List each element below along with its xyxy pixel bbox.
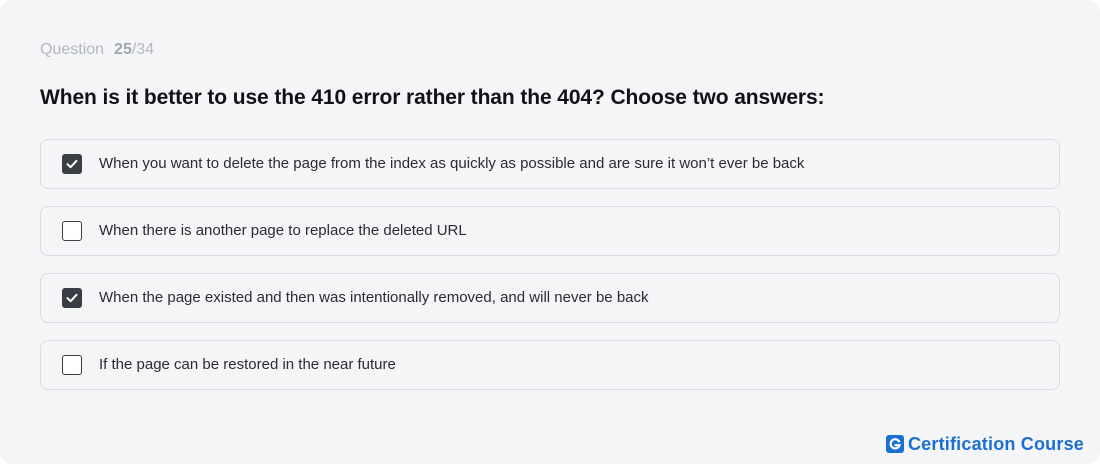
checkbox-checked-icon[interactable]	[62, 288, 82, 308]
question-current-number: 25	[114, 41, 132, 58]
answer-option-4[interactable]: If the page can be restored in the near …	[40, 340, 1060, 390]
checkbox-checked-icon[interactable]	[62, 154, 82, 174]
question-total-number: 34	[136, 41, 155, 58]
checkbox-unchecked-icon[interactable]	[62, 221, 82, 241]
brand-logo: Certification Course	[885, 433, 1084, 455]
brand-name: Certification Course	[907, 434, 1084, 454]
checkbox-unchecked-icon[interactable]	[62, 355, 82, 375]
answer-option-1[interactable]: When you want to delete the page from th…	[40, 139, 1060, 189]
question-title: When is it better to use the 410 error r…	[40, 86, 825, 109]
question-counter: Question 25/34	[40, 40, 154, 60]
answer-options: When you want to delete the page from th…	[40, 139, 1060, 407]
answer-option-2[interactable]: When there is another page to replace th…	[40, 206, 1060, 256]
answer-option-3[interactable]: When the page existed and then was inten…	[40, 273, 1060, 323]
quiz-card: Question 25/34 When is it better to use t…	[0, 0, 1100, 464]
answer-option-label: If the page can be restored in the near …	[99, 356, 396, 373]
answer-option-label: When you want to delete the page from th…	[99, 155, 805, 172]
brand-g-icon	[885, 435, 904, 453]
g-logo-icon	[889, 438, 902, 450]
answer-option-label: When there is another page to replace th…	[99, 222, 467, 239]
question-counter-label: Question	[40, 41, 105, 58]
answer-option-label: When the page existed and then was inten…	[99, 289, 649, 306]
